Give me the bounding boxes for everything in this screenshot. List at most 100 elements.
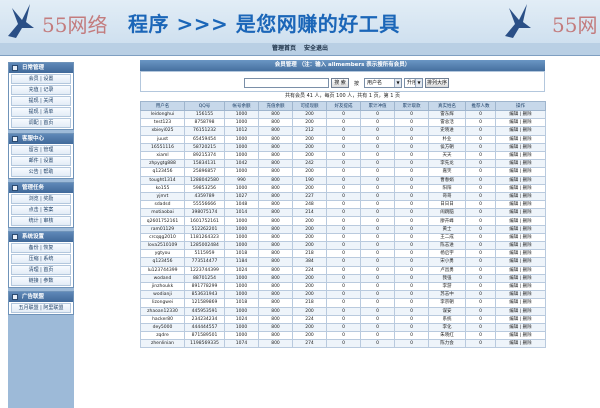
nav-logout-link[interactable]: 安全退出 [304, 45, 328, 52]
sidebar-item[interactable]: 点击 | 答案 [11, 205, 71, 215]
row-actions[interactable]: 编辑 | 删除 [495, 257, 546, 267]
table-cell: 1027 [224, 191, 259, 202]
table-cell: 445953591 [184, 306, 225, 316]
table-cell: 200 [292, 290, 327, 300]
table-cell: 242 [292, 159, 327, 169]
sidebar-item[interactable]: 会员 | 设置 [11, 74, 71, 84]
row-actions[interactable]: 编辑 | 删除 [495, 159, 546, 169]
row-actions[interactable]: 编辑 | 删除 [495, 306, 546, 316]
sidebar-item[interactable]: 调配 | 首页 [11, 118, 71, 128]
table-cell: 800 [258, 134, 293, 144]
row-actions[interactable]: 编辑 | 删除 [495, 322, 546, 333]
table-cell: 200 [292, 331, 327, 341]
sort-order-select[interactable]: 升序 ▼ [404, 78, 423, 88]
table-cell: 0 [465, 150, 496, 161]
table-cell: 0 [360, 167, 395, 177]
table-row: zqdre 871589501 1000 800 200 0 0 0 朱晓红 0 编辑 | 删除 [140, 331, 546, 341]
sidebar-item[interactable]: 清理 | 首页 [11, 265, 71, 275]
row-actions[interactable]: 编辑 | 删除 [495, 191, 546, 202]
table-cell: 0 [360, 191, 395, 202]
row-actions[interactable]: 编辑 | 删除 [495, 142, 546, 152]
row-actions[interactable]: 编辑 | 删除 [495, 208, 546, 218]
table-cell: 0 [326, 142, 361, 152]
table-cell: 0 [360, 273, 395, 283]
table-cell: 0 [360, 240, 395, 251]
sort-button[interactable]: 排列大序 [425, 78, 449, 88]
row-actions[interactable]: 编辑 | 删除 [495, 126, 546, 136]
sidebar-group-header[interactable]: 管理任务 [9, 183, 73, 193]
table-cell: 侯方朝 [428, 142, 466, 152]
sort-field-select[interactable]: 用户名 ▼ [364, 78, 402, 88]
row-actions[interactable]: 编辑 | 删除 [495, 224, 546, 234]
table-cell: 0 [326, 167, 361, 177]
row-actions[interactable]: 编辑 | 删除 [495, 281, 546, 292]
row-actions[interactable]: 编辑 | 删除 [495, 183, 546, 193]
table-cell: 朴业 [428, 134, 466, 144]
row-actions[interactable]: 编辑 | 删除 [495, 298, 546, 308]
row-actions[interactable]: 编辑 | 删除 [495, 339, 546, 349]
sidebar-item[interactable]: 统计 | 审核 [11, 216, 71, 226]
row-actions[interactable]: 编辑 | 删除 [495, 118, 546, 128]
table-cell: 0 [465, 200, 496, 210]
table-cell: 0 [360, 159, 395, 169]
table-row: ygtyou 5115959 1018 800 218 0 0 0 杨启宇 0 编辑 | 删除 [140, 249, 546, 259]
table-cell: 0 [360, 208, 395, 218]
row-actions[interactable]: 编辑 | 删除 [495, 200, 546, 210]
table-cell: 200 [292, 134, 327, 144]
row-actions[interactable]: 编辑 | 删除 [495, 232, 546, 243]
table-row: q2601752161 1601752161 1000 800 200 0 0 0 廖卉峰 0 编辑… [140, 216, 546, 226]
row-actions[interactable]: 编辑 | 删除 [495, 175, 546, 185]
row-actions[interactable]: 编辑 | 删除 [495, 216, 546, 226]
row-actions[interactable]: 编辑 | 删除 [495, 167, 546, 177]
sidebar-group-header[interactable]: 系统设置 [9, 232, 73, 242]
table-cell: 0 [465, 331, 496, 341]
sidebar-item[interactable]: 邮件 | 设置 [11, 156, 71, 166]
sidebar-item[interactable]: 压缩 | 系统 [11, 254, 71, 264]
sidebar-item[interactable]: 浏览 | 奖励 [11, 194, 71, 204]
sidebar-item[interactable]: 五月联盟 | 阿里联盟 [11, 303, 71, 313]
row-actions[interactable]: 编辑 | 删除 [495, 109, 546, 120]
sidebar-group: 管理任务 浏览 | 奖励 点击 | 答案 统计 | 审核 [8, 182, 74, 228]
sidebar-item[interactable]: 留言 | 管理 [11, 145, 71, 155]
table-cell: 0 [394, 208, 429, 218]
sidebar-item[interactable]: 链接 | 参数 [11, 276, 71, 286]
table-cell: 121589869 [184, 298, 225, 308]
sidebar-item[interactable]: 提现 | 关闭 [11, 96, 71, 106]
sidebar-group-header[interactable]: 日常管理 [9, 63, 73, 73]
table-cell: 0 [394, 159, 429, 169]
table-cell: wodand [140, 273, 185, 283]
sidebar-item[interactable]: 提现 | 清单 [11, 107, 71, 117]
table-cell: 0 [360, 118, 395, 128]
sidebar-item[interactable]: 备份 | 恢复 [11, 243, 71, 253]
sidebar-item[interactable]: 公告 | 帮助 [11, 167, 71, 177]
table-cell: 0 [326, 126, 361, 136]
column-header: 真实姓名 [428, 101, 466, 111]
table-cell: 0 [394, 240, 429, 251]
sidebar-group-header[interactable]: 客服中心 [9, 134, 73, 144]
search-input[interactable] [244, 78, 329, 88]
row-actions[interactable]: 编辑 | 删除 [495, 240, 546, 251]
table-cell: 800 [258, 150, 293, 161]
table-row: zhenlinian 1198569335 1074 800 274 0 0 0 陈力会 0 编辑 … [140, 339, 546, 349]
table-cell: 0 [326, 191, 361, 202]
row-actions[interactable]: 编辑 | 删除 [495, 150, 546, 161]
table-cell: 234234234 [184, 314, 225, 324]
table-cell: 系统 [428, 314, 466, 324]
row-actions[interactable]: 编辑 | 删除 [495, 331, 546, 341]
table-cell: 0 [326, 265, 361, 275]
sidebar-group-header[interactable]: 广告联盟 [9, 292, 73, 302]
row-actions[interactable]: 编辑 | 删除 [495, 290, 546, 300]
table-cell: 0 [465, 224, 496, 234]
row-actions[interactable]: 编辑 | 删除 [495, 249, 546, 259]
table-cell: 1048 [224, 200, 259, 210]
table-cell: 8758798 [184, 118, 225, 128]
table-cell: 陈力会 [428, 339, 466, 349]
sidebar-item[interactable]: 充值 | 记录 [11, 85, 71, 95]
table-cell: 0 [394, 265, 429, 275]
row-actions[interactable]: 编辑 | 删除 [495, 265, 546, 275]
row-actions[interactable]: 编辑 | 删除 [495, 273, 546, 283]
row-actions[interactable]: 编辑 | 删除 [495, 134, 546, 144]
nav-home-link[interactable]: 管理首页 [272, 45, 296, 52]
search-button[interactable]: 搜 索 [331, 78, 349, 88]
row-actions[interactable]: 编辑 | 删除 [495, 314, 546, 324]
